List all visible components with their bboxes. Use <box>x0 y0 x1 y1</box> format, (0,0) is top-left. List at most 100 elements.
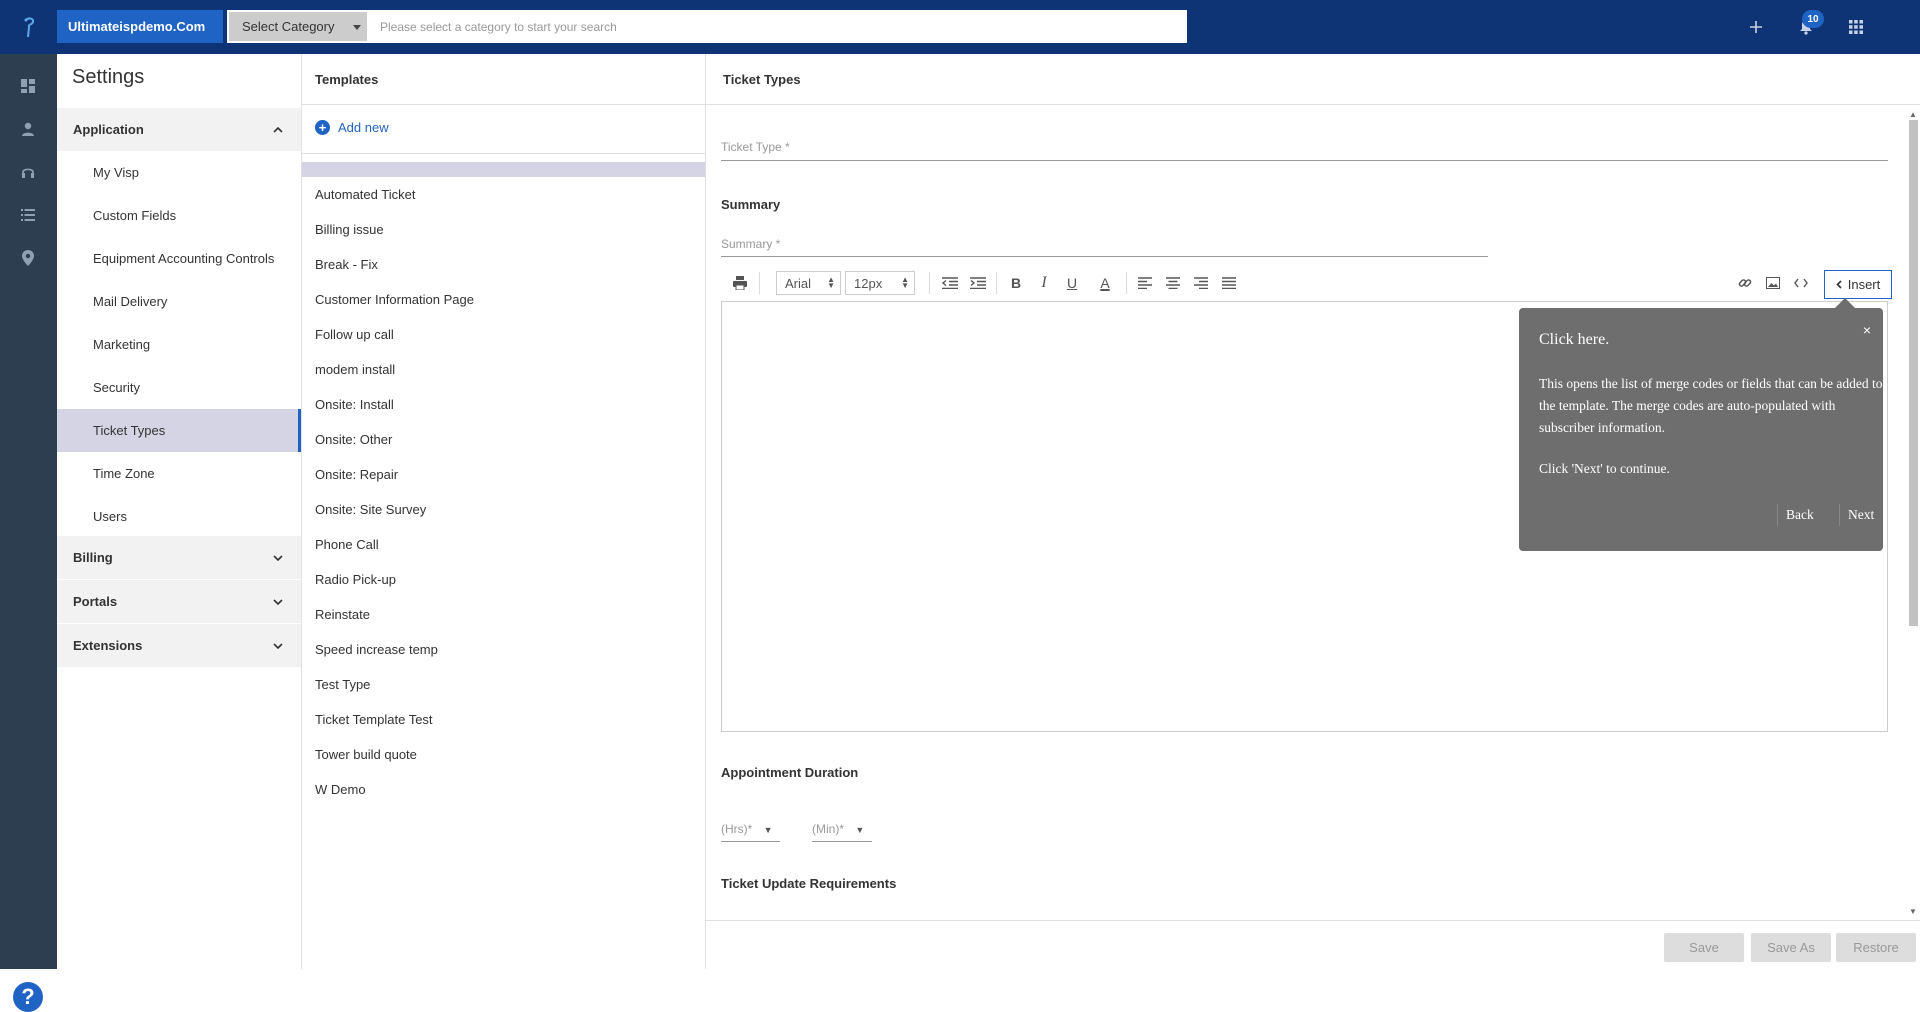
template-item[interactable]: Phone Call <box>315 537 379 552</box>
appointment-duration-heading: Appointment Duration <box>721 765 859 780</box>
summary-label: Summary * <box>721 237 781 251</box>
settings-item-custom-fields[interactable]: Custom Fields <box>57 194 301 237</box>
apps-grid-icon[interactable] <box>1846 17 1866 37</box>
dashboard-icon[interactable] <box>18 76 38 96</box>
section-billing[interactable]: Billing <box>57 536 301 579</box>
template-item[interactable]: Automated Ticket <box>315 187 415 202</box>
template-item[interactable]: Test Type <box>315 677 370 692</box>
template-item[interactable]: Billing issue <box>315 222 384 237</box>
settings-item-ticket-types[interactable]: Ticket Types <box>57 409 301 452</box>
save-as-button[interactable]: Save As <box>1751 933 1831 962</box>
code-icon[interactable] <box>1792 274 1810 292</box>
popover-arrow <box>1835 298 1855 308</box>
location-pin-icon[interactable] <box>18 248 38 268</box>
underline-icon[interactable]: U <box>1063 274 1081 292</box>
settings-item-marketing[interactable]: Marketing <box>57 323 301 366</box>
section-application[interactable]: Application <box>57 108 301 151</box>
template-item[interactable]: Onsite: Repair <box>315 467 398 482</box>
restore-button[interactable]: Restore <box>1836 933 1916 962</box>
headset-icon[interactable] <box>18 162 38 182</box>
plus-icon[interactable] <box>1746 17 1766 37</box>
justify-icon[interactable] <box>1220 274 1238 292</box>
chevron-down-icon <box>273 594 283 609</box>
template-item[interactable]: W Demo <box>315 782 366 797</box>
templates-panel: Templates + Add new Automated Ticket Bil… <box>302 54 706 969</box>
minutes-select-underline <box>812 841 872 842</box>
template-item[interactable]: Break - Fix <box>315 257 378 272</box>
font-size-select[interactable]: 12px ▲ ▼ <box>845 271 915 295</box>
up-down-arrow-icon: ▲ ▼ <box>827 275 835 290</box>
scroll-down-icon[interactable]: ▼ <box>1909 907 1917 916</box>
settings-item-time-zone[interactable]: Time Zone <box>57 452 301 495</box>
indent-icon[interactable] <box>969 274 987 292</box>
font-family-select[interactable]: Arial ▲ ▼ <box>776 271 841 295</box>
bold-icon[interactable]: B <box>1007 274 1025 292</box>
template-item[interactable]: Onsite: Install <box>315 397 394 412</box>
summary-field[interactable] <box>721 256 1488 257</box>
template-item[interactable]: Customer Information Page <box>315 292 474 307</box>
template-item[interactable]: Speed increase temp <box>315 642 438 657</box>
settings-item-my-visp[interactable]: My Visp <box>57 151 301 194</box>
tour-continue-text: Click 'Next' to continue. <box>1539 461 1670 476</box>
tour-body: This opens the list of merge codes or fi… <box>1539 376 1883 435</box>
add-new-label: Add new <box>338 120 389 135</box>
section-portals[interactable]: Portals <box>57 580 301 623</box>
help-icon[interactable]: ? <box>13 982 43 1012</box>
section-extensions[interactable]: Extensions <box>57 624 301 667</box>
settings-item-security[interactable]: Security <box>57 366 301 409</box>
settings-item-mail-delivery[interactable]: Mail Delivery <box>57 280 301 323</box>
font-size-value: 12px <box>854 275 883 291</box>
toolbar-separator <box>759 272 760 294</box>
hours-select-underline <box>721 841 780 842</box>
chevron-down-icon <box>353 25 361 30</box>
align-right-icon[interactable] <box>1192 274 1210 292</box>
add-circle-icon: + <box>315 120 330 135</box>
link-icon[interactable] <box>1736 274 1754 292</box>
left-rail: ? <box>0 54 57 1012</box>
template-item-selected[interactable] <box>302 162 705 177</box>
tour-popover: × Click here. This opens the list of mer… <box>1519 298 1883 551</box>
logo-icon[interactable] <box>0 0 57 54</box>
chevron-up-icon <box>273 122 283 137</box>
print-icon[interactable] <box>731 274 749 292</box>
template-item[interactable]: Onsite: Site Survey <box>315 502 426 517</box>
user-icon[interactable] <box>18 119 38 139</box>
italic-icon[interactable]: I <box>1035 274 1053 292</box>
tour-next-button[interactable]: Next <box>1839 504 1882 526</box>
ticket-type-field[interactable] <box>721 160 1888 161</box>
text-color-icon[interactable]: A <box>1096 274 1114 292</box>
settings-item-users[interactable]: Users <box>57 495 301 538</box>
insert-button[interactable]: Insert <box>1824 270 1892 299</box>
minutes-select[interactable]: (Min)* ▼ <box>812 822 864 836</box>
template-item[interactable]: Tower build quote <box>315 747 417 762</box>
list-icon[interactable] <box>18 205 38 225</box>
template-item[interactable]: Reinstate <box>315 607 370 622</box>
section-billing-label: Billing <box>73 550 113 565</box>
close-icon[interactable]: × <box>1863 322 1871 338</box>
template-item[interactable]: Radio Pick-up <box>315 572 396 587</box>
search-input[interactable]: Please select a category to start your s… <box>369 10 1187 43</box>
image-icon[interactable] <box>1764 274 1782 292</box>
add-new-button[interactable]: + Add new <box>315 120 389 135</box>
align-left-icon[interactable] <box>1136 274 1154 292</box>
section-application-label: Application <box>73 122 144 137</box>
tour-back-button[interactable]: Back <box>1777 504 1822 526</box>
settings-item-equipment-accounting-controls[interactable]: Equipment Accounting Controls <box>57 237 301 280</box>
scrollbar-thumb[interactable] <box>1909 120 1918 626</box>
scroll-up-icon[interactable]: ▲ <box>1909 110 1917 119</box>
save-button[interactable]: Save <box>1664 933 1744 962</box>
domain-button[interactable]: Ultimateispdemo.Com <box>57 10 223 43</box>
outdent-icon[interactable] <box>941 274 959 292</box>
category-select[interactable]: Select Category <box>227 10 369 43</box>
ticket-update-requirements-heading: Ticket Update Requirements <box>721 876 897 891</box>
template-item[interactable]: Ticket Template Test <box>315 712 433 727</box>
template-item[interactable]: Onsite: Other <box>315 432 392 447</box>
up-down-arrow-icon: ▲ ▼ <box>901 275 909 290</box>
chevron-down-icon <box>273 550 283 565</box>
template-item[interactable]: Follow up call <box>315 327 394 342</box>
template-item[interactable]: modem install <box>315 362 395 377</box>
notification-badge: 10 <box>1802 10 1824 28</box>
hours-select[interactable]: (Hrs)* ▼ <box>721 822 773 836</box>
align-center-icon[interactable] <box>1164 274 1182 292</box>
top-bar: Ultimateispdemo.Com Select Category Plea… <box>0 0 1920 54</box>
